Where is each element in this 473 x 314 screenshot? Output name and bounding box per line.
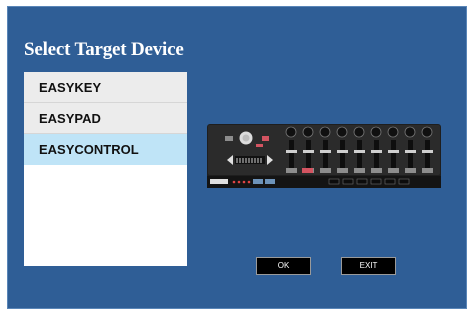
device-image	[207, 124, 441, 188]
device-item-label: EASYCONTROL	[39, 142, 139, 157]
ok-button[interactable]: OK	[256, 257, 311, 275]
exit-button[interactable]: EXIT	[341, 257, 396, 275]
device-item-easycontrol[interactable]: EASYCONTROL	[24, 134, 187, 165]
device-item-easypad[interactable]: EASYPAD	[24, 103, 187, 134]
device-item-label: EASYPAD	[39, 111, 101, 126]
device-item-easykey[interactable]: EASYKEY	[24, 72, 187, 103]
device-item-label: EASYKEY	[39, 80, 102, 95]
page-title: Select Target Device	[24, 39, 184, 60]
device-list: EASYKEY EASYPAD EASYCONTROL	[24, 72, 187, 266]
midi-controller-icon	[207, 124, 441, 188]
